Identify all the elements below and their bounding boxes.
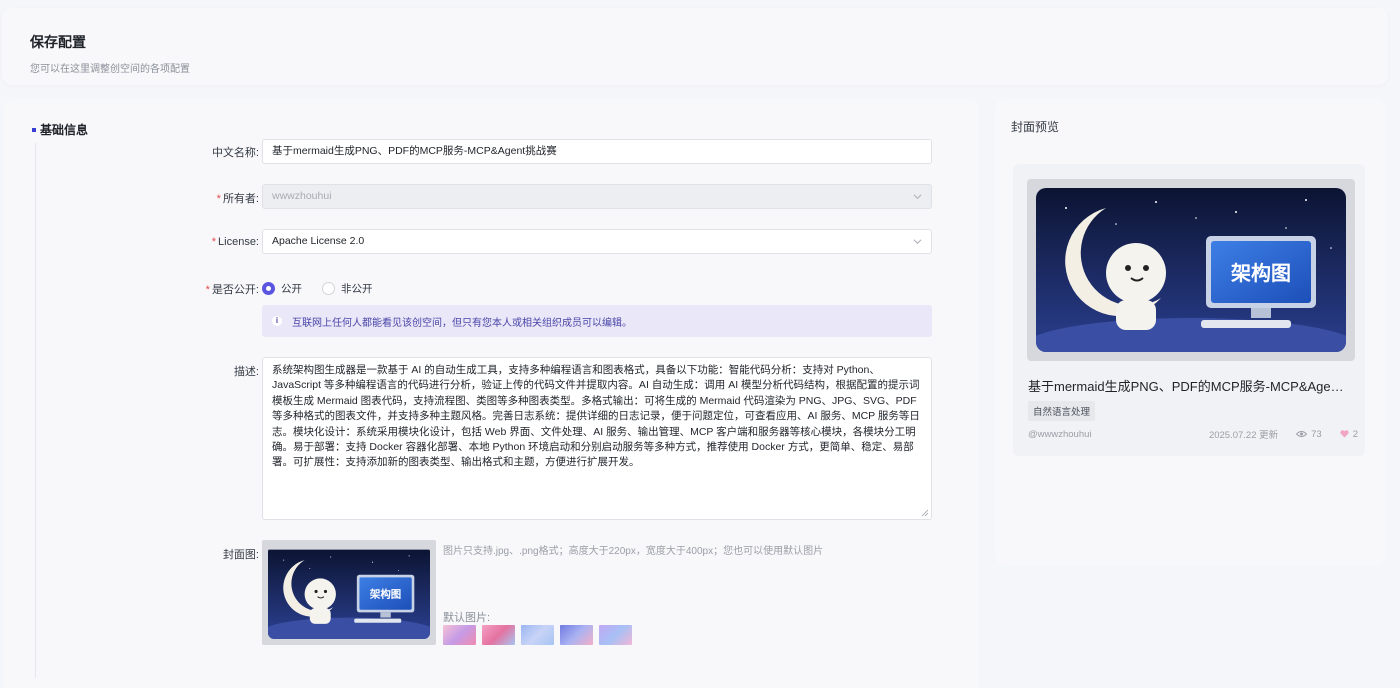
- svg-text:架构图: 架构图: [369, 588, 401, 601]
- section-title: 基础信息: [32, 121, 88, 138]
- page-header: 保存配置 您可以在这里调整创空间的各项配置: [2, 8, 1388, 85]
- heart-icon: [1340, 430, 1349, 438]
- space-card-date: 2025.07.22 更新: [1208, 430, 1279, 441]
- cover-label: 封面图:: [222, 549, 259, 561]
- public-label: * 是否公开:: [205, 284, 259, 296]
- default-image-4[interactable]: [560, 625, 593, 645]
- space-card-tag: 自然语言处理: [1028, 401, 1096, 421]
- space-card-meta: @wwwzhouhui 2025.07.22 更新 73 2: [1028, 427, 1358, 442]
- description-textarea[interactable]: 系统架构图生成器是一款基于 AI 的自动生成工具，支持多种编程语言和图表格式，具…: [262, 357, 932, 520]
- required-mark: *: [205, 284, 210, 296]
- default-image-2[interactable]: [482, 625, 515, 645]
- license-label: * License:: [211, 236, 259, 248]
- name-label: 中文名称:: [211, 147, 259, 159]
- default-image-1[interactable]: [443, 625, 476, 645]
- space-card-author: @wwwzhouhui: [1028, 428, 1092, 440]
- space-card-title: 基于mermaid生成PNG、PDF的MCP服务-MCP&Agent挑战赛: [1028, 379, 1348, 394]
- space-card[interactable]: 架构图 基于mermaid生成PNG、PDF的MCP服务-MCP&Agent挑战…: [1013, 164, 1365, 456]
- page-subtitle: 您可以在这里调整创空间的各项配置: [30, 64, 190, 75]
- cover-upload[interactable]: 架构图: [262, 540, 436, 645]
- radio-private[interactable]: 非公开: [322, 281, 373, 296]
- radio-public[interactable]: 公开: [262, 281, 302, 296]
- resize-handle-icon[interactable]: [921, 509, 929, 517]
- section-divider: [35, 143, 36, 678]
- required-mark: *: [216, 193, 221, 205]
- name-input[interactable]: 基于mermaid生成PNG、PDF的MCP服务-MCP&Agent挑战赛: [262, 139, 932, 164]
- basic-info-card: 基础信息 中文名称: 基于mermaid生成PNG、PDF的MCP服务-MCP&…: [4, 99, 979, 688]
- svg-text:架构图: 架构图: [1231, 261, 1291, 285]
- preview-title: 封面预览: [1011, 120, 1060, 134]
- license-value: Apache License 2.0: [272, 235, 365, 247]
- section-marker: [32, 127, 36, 132]
- eye-icon: [1296, 431, 1308, 437]
- default-images-label: 默认图片:: [443, 612, 491, 624]
- cover-image: 架构图: [268, 546, 430, 639]
- owner-value: wwwzhouhui: [272, 190, 332, 202]
- default-image-3[interactable]: [521, 625, 554, 645]
- radio-checked-icon: [262, 282, 275, 295]
- required-mark: *: [211, 236, 217, 248]
- default-images: [443, 625, 632, 645]
- space-card-cover: 架构图: [1027, 179, 1355, 361]
- views-stat: 73: [1296, 429, 1322, 440]
- description-label: 描述:: [233, 366, 259, 378]
- license-select[interactable]: Apache License 2.0: [262, 229, 932, 254]
- cover-illustration: 架构图: [268, 549, 430, 639]
- page-title: 保存配置: [30, 34, 86, 50]
- cover-hint: 图片只支持.jpg、.png格式；高度大于220px，宽度大于400px；您也可…: [443, 546, 824, 557]
- cover-illustration: 架构图: [1036, 188, 1346, 352]
- default-image-5[interactable]: [599, 625, 632, 645]
- likes-stat: 2: [1340, 429, 1358, 440]
- owner-label: * 所有者:: [216, 193, 259, 205]
- cover-preview-card: 封面预览 架构图 基于mermaid生成PNG、PDF的MCP服务-MCP&Ag…: [995, 99, 1386, 565]
- visibility-info-alert: i 互联网上任何人都能看见该创空间，但只有您本人或相关组织成员可以编辑。: [262, 305, 932, 337]
- visibility-radio-group: 公开 非公开: [262, 281, 383, 296]
- chevron-down-icon: [913, 194, 922, 200]
- owner-select: wwwzhouhui: [262, 184, 932, 209]
- info-icon: i: [272, 316, 282, 326]
- radio-unchecked-icon: [322, 282, 335, 295]
- chevron-down-icon: [913, 239, 922, 245]
